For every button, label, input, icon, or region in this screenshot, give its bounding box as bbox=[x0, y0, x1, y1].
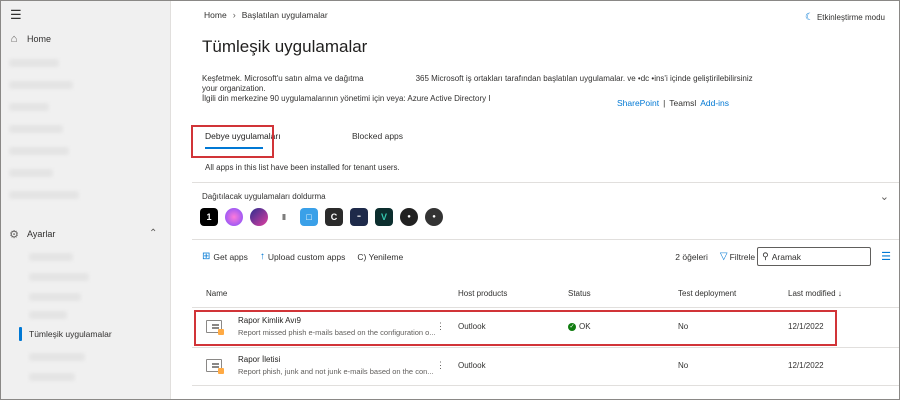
blurred-nav-subitem bbox=[29, 293, 81, 301]
search-input[interactable] bbox=[771, 251, 862, 262]
search-box[interactable]: ⚲ bbox=[757, 247, 872, 266]
blurred-nav-item bbox=[9, 169, 53, 177]
get-apps-button[interactable]: ⊞ Get apps bbox=[202, 251, 248, 262]
blurred-nav-item bbox=[9, 147, 69, 155]
highlight-box-tab bbox=[191, 125, 274, 158]
nav-item-settings[interactable]: ⚙ Ayarlar bbox=[1, 223, 171, 245]
filter-label: Filtrele bbox=[729, 251, 756, 262]
gear-icon: ⚙ bbox=[9, 228, 19, 241]
search-icon: ⚲ bbox=[762, 251, 769, 261]
refresh-label: C) Yenileme bbox=[357, 251, 404, 262]
column-header-name[interactable]: Name bbox=[206, 289, 227, 298]
row-description: Report phish, junk and not junk e-mails … bbox=[238, 367, 434, 376]
app-c-icon[interactable]: C bbox=[325, 208, 343, 226]
description-line1b: 365 Microsoft iş ortakları tarafından ba… bbox=[415, 74, 753, 83]
section-divider bbox=[192, 239, 899, 240]
blurred-nav-subitem bbox=[29, 311, 67, 319]
app-bars-icon[interactable]: ‖ bbox=[275, 208, 293, 226]
moon-icon: ☾ bbox=[805, 12, 814, 23]
nav-settings-label: Ayarlar bbox=[27, 229, 56, 239]
description-line1a: Keşfetmek. Microsoft'u satın alma ve dağ… bbox=[202, 74, 364, 83]
row-host: Outlook bbox=[458, 361, 486, 370]
blurred-nav-item bbox=[9, 125, 63, 133]
blurred-nav-subitem bbox=[29, 373, 75, 381]
blurred-nav-item bbox=[9, 59, 59, 67]
sharepoint-link[interactable]: SharePoint bbox=[617, 98, 659, 108]
app-v-icon[interactable]: V bbox=[375, 208, 393, 226]
description-links: SharePoint | Teamsl Add-ins bbox=[617, 98, 729, 108]
item-count: 2 öğeleri bbox=[675, 251, 708, 262]
description-line3: İlgili din merkezine 90 uygulamalarının … bbox=[202, 94, 491, 103]
app-creative-icon[interactable] bbox=[250, 208, 268, 226]
upload-custom-apps-button[interactable]: ↑ Upload custom apps bbox=[260, 251, 346, 262]
breadcrumb: Home › Başlatılan uygulamalar bbox=[204, 10, 328, 20]
refresh-button[interactable]: C) Yenileme bbox=[357, 252, 403, 262]
column-header-modified[interactable]: Last modified ↓ bbox=[788, 289, 842, 298]
home-icon: ⌂ bbox=[10, 33, 18, 45]
command-bar: ⊞ Get apps ↑ Upload custom apps C) Yenil… bbox=[202, 251, 415, 262]
app-gradient-icon[interactable] bbox=[225, 208, 243, 226]
filter-button[interactable]: ▽ Filtrele bbox=[720, 251, 755, 262]
left-navigation: ☰ ⌂ Home ⚙ Ayarlar ⌃ Tümleşik uygulamala… bbox=[1, 1, 171, 399]
chevron-right-icon: › bbox=[232, 10, 236, 20]
blurred-nav-item bbox=[9, 191, 79, 199]
featured-app-icons: 1 ‖ □ C •• V ● ● bbox=[200, 208, 443, 226]
blurred-nav-subitem bbox=[29, 273, 89, 281]
row-divider bbox=[192, 385, 899, 386]
breadcrumb-current: Başlatılan uygulamalar bbox=[241, 10, 328, 20]
chevron-up-icon[interactable]: ⌃ bbox=[149, 228, 157, 239]
app-one-icon[interactable]: 1 bbox=[200, 208, 218, 226]
app-window: ☰ ⌂ Home ⚙ Ayarlar ⌃ Tümleşik uygulamala… bbox=[0, 0, 900, 400]
app-dark-icon[interactable]: •• bbox=[350, 208, 368, 226]
highlight-box-row bbox=[194, 310, 837, 346]
chevron-down-icon[interactable]: ⌄ bbox=[880, 190, 889, 203]
nav-home-label: Home bbox=[27, 34, 52, 44]
nav-item-home[interactable]: ⌂ Home bbox=[1, 28, 171, 50]
upload-label: Upload custom apps bbox=[267, 251, 346, 262]
page-title: Tümleşik uygulamalar bbox=[202, 37, 368, 56]
column-header-status[interactable]: Status bbox=[568, 289, 591, 298]
get-apps-label: Get apps bbox=[213, 251, 248, 262]
blurred-nav-item bbox=[9, 103, 49, 111]
upload-icon: ↑ bbox=[259, 251, 265, 262]
blurred-nav-subitem bbox=[29, 253, 73, 261]
column-header-host[interactable]: Host products bbox=[458, 289, 507, 298]
breadcrumb-home-link[interactable]: Home bbox=[204, 10, 227, 20]
tab-blocked-apps[interactable]: Blocked apps bbox=[352, 131, 403, 141]
tab-description: All apps in this list have been installe… bbox=[205, 163, 400, 172]
app-square-icon[interactable]: □ bbox=[300, 208, 318, 226]
blurred-nav-subitem bbox=[29, 353, 85, 361]
list-view-icon[interactable]: ☰ bbox=[881, 250, 891, 263]
app-bubble-icon[interactable]: ● bbox=[400, 208, 418, 226]
sort-down-icon: ↓ bbox=[837, 289, 842, 298]
row-divider bbox=[192, 347, 899, 348]
section-divider bbox=[192, 182, 899, 183]
blurred-nav-item bbox=[9, 81, 73, 89]
grid-add-icon: ⊞ bbox=[202, 251, 211, 262]
nav-item-integrated-apps[interactable]: Tümleşik uygulamalar bbox=[19, 325, 112, 343]
nav-integrated-apps-label: Tümleşik uygulamalar bbox=[29, 329, 112, 339]
distribution-title: Dağıtılacak uygulamaları doldurma bbox=[202, 192, 326, 201]
link-separator: | bbox=[663, 98, 666, 108]
column-header-modified-label: Last modified bbox=[788, 289, 836, 298]
mode-toggle-label: Etkinleştirme modu bbox=[816, 13, 885, 22]
more-options-icon[interactable]: ⋮ bbox=[436, 360, 445, 371]
app-chat-icon[interactable]: ● bbox=[425, 208, 443, 226]
description-line2: your organization. bbox=[202, 84, 266, 93]
addins-link[interactable]: Add-ins bbox=[700, 98, 729, 108]
mail-report-icon bbox=[206, 359, 224, 374]
mode-toggle-button[interactable]: ☾ Etkinleştirme modu bbox=[805, 12, 885, 23]
column-header-test[interactable]: Test deployment bbox=[678, 289, 736, 298]
row-modified: 12/1/2022 bbox=[788, 361, 824, 370]
table-divider bbox=[192, 307, 899, 308]
hamburger-menu-icon[interactable]: ☰ bbox=[10, 8, 22, 21]
row-test: No bbox=[678, 361, 689, 370]
row-name[interactable]: Rapor İletisi bbox=[238, 355, 280, 364]
table-row[interactable]: Rapor İletisi Report phish, junk and not… bbox=[192, 349, 899, 385]
command-bar-right: 2 öğeleri ▽ Filtrele ⚲ ☰ bbox=[675, 247, 891, 266]
filter-icon: ▽ bbox=[719, 251, 728, 262]
teams-link[interactable]: Teamsl bbox=[669, 98, 696, 108]
